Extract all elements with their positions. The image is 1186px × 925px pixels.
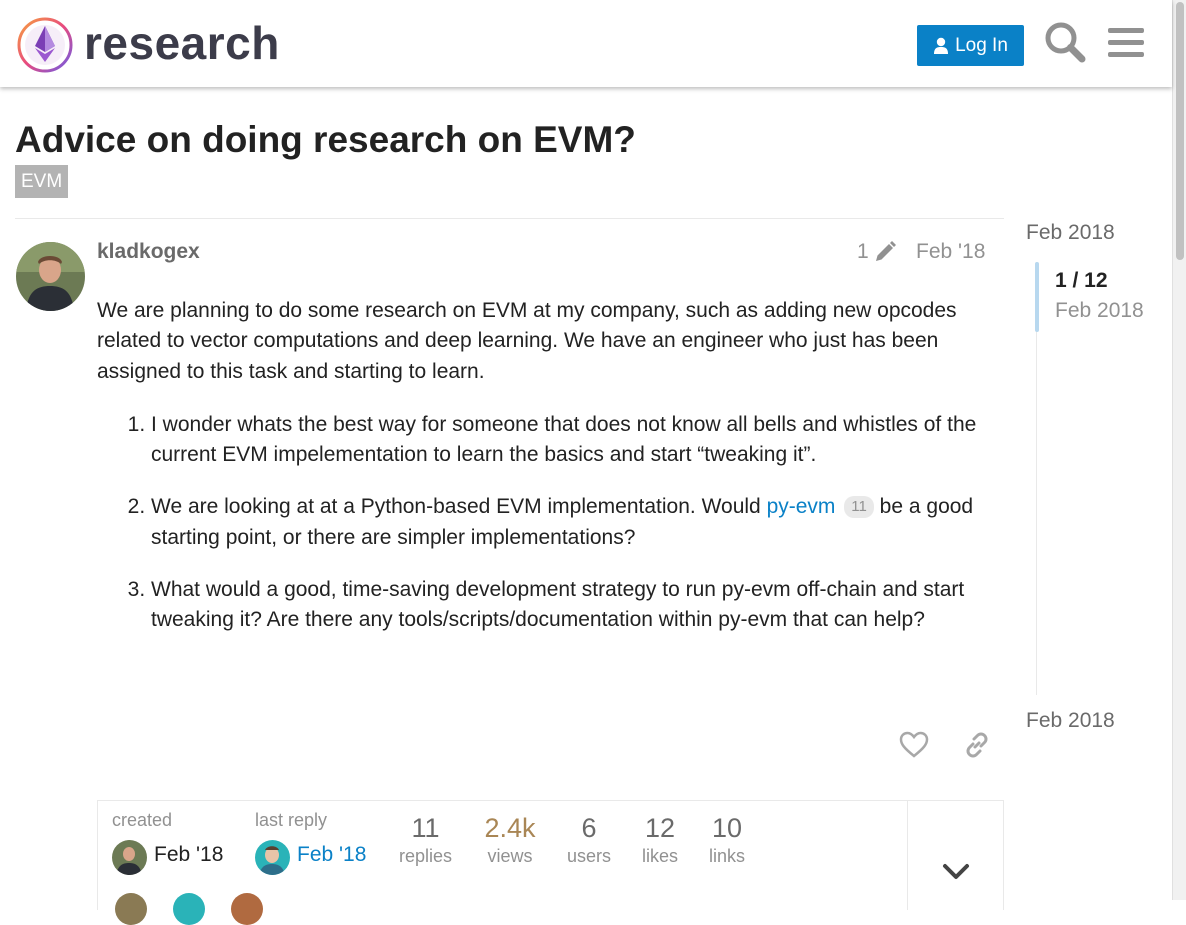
hamburger-menu-icon[interactable] (1104, 20, 1148, 64)
py-evm-link[interactable]: py-evm (767, 495, 836, 518)
post-username[interactable]: kladkogex (97, 240, 200, 264)
avatar[interactable] (115, 893, 147, 925)
last-reply-avatar[interactable] (255, 840, 290, 875)
created-date: Feb '18 (154, 843, 224, 866)
stat-likes: 12 likes (641, 813, 678, 866)
timeline-start-date[interactable]: Feb 2018 (1026, 221, 1115, 245)
list-item: I wonder whats the best way for someone … (151, 410, 1002, 471)
expand-topic-map-button[interactable] (907, 800, 1004, 910)
timeline-handle[interactable] (1035, 262, 1039, 332)
user-icon (934, 37, 949, 54)
logo-icon (17, 17, 73, 73)
post-date[interactable]: Feb '18 (916, 240, 985, 264)
site-logo[interactable]: research (16, 16, 296, 74)
chevron-down-icon (943, 864, 969, 879)
heart-icon[interactable] (899, 730, 929, 760)
link-click-count: 11 (844, 496, 874, 519)
timeline-end-date[interactable]: Feb 2018 (1026, 709, 1115, 733)
stat-replies: 11 replies (398, 813, 453, 866)
list-item: We are looking at at a Python-based EVM … (151, 492, 1002, 553)
timeline-post-index: 1 / 12 (1055, 269, 1108, 292)
topic-title[interactable]: Advice on doing research on EVM? (15, 119, 636, 161)
edit-history[interactable]: 1 (857, 240, 897, 264)
created-label: created (112, 810, 173, 830)
page-scrollbar[interactable] (1172, 0, 1186, 900)
edit-count: 1 (857, 240, 869, 263)
created-avatar[interactable] (112, 840, 147, 875)
last-reply-label: last reply (255, 810, 328, 830)
stat-views: 2.4k views (484, 813, 536, 866)
site-header: research Log In (0, 0, 1172, 87)
post-content: We are planning to do some research on E… (97, 296, 1002, 658)
login-label: Log In (955, 34, 1008, 56)
post-intro: We are planning to do some research on E… (97, 299, 957, 383)
avatar[interactable] (173, 893, 205, 925)
title-divider (15, 218, 1004, 219)
link-icon[interactable] (962, 730, 992, 760)
avatar-image (16, 242, 85, 311)
participant-avatars (115, 893, 263, 925)
search-icon[interactable] (1043, 20, 1087, 64)
post-list: I wonder whats the best way for someone … (97, 410, 1002, 636)
avatar[interactable] (16, 242, 85, 311)
login-button[interactable]: Log In (917, 25, 1024, 66)
tag-evm[interactable]: EVM (15, 165, 69, 198)
scrollbar-thumb[interactable] (1176, 2, 1184, 260)
site-name: research (84, 17, 280, 69)
pencil-icon (875, 241, 896, 261)
list-item: What would a good, time-saving developme… (151, 575, 1002, 636)
timeline-current-date: Feb 2018 (1055, 299, 1144, 322)
stat-users: 6 users (566, 813, 611, 866)
stat-links: 10 links (708, 813, 745, 866)
avatar[interactable] (231, 893, 263, 925)
last-reply-date[interactable]: Feb '18 (297, 843, 366, 867)
